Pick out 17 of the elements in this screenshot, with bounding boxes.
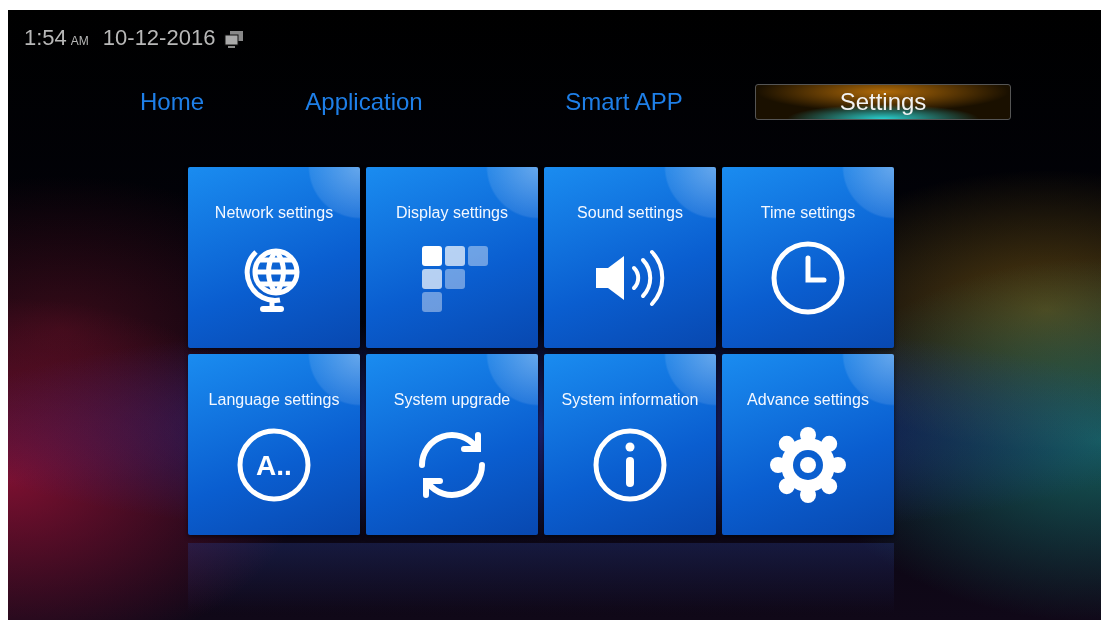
gear-icon [768,425,848,505]
settings-tile[interactable]: Language settings A.. [188,354,360,535]
settings-tile[interactable]: System information [544,354,716,535]
settings-tile[interactable]: Time settings [722,167,894,348]
settings-tile[interactable]: Advance settings [722,354,894,535]
am-pm-label: AM [70,34,89,48]
network-monitors-icon [223,30,246,50]
settings-tile[interactable]: Sound settings [544,167,716,348]
nav-tab[interactable]: Home [130,86,214,118]
clock-time: 1:54 [24,25,67,51]
nav-tab[interactable]: Application [295,86,433,118]
settings-tile[interactable]: Network settings [188,167,360,348]
nav-tab[interactable]: Settings [755,84,1011,120]
settings-tile[interactable]: System upgrade [366,354,538,535]
nav-tab[interactable]: Smart APP [555,86,693,118]
date-label: 10-12-2016 [102,25,216,51]
settings-tile[interactable]: Display settings [366,167,538,348]
